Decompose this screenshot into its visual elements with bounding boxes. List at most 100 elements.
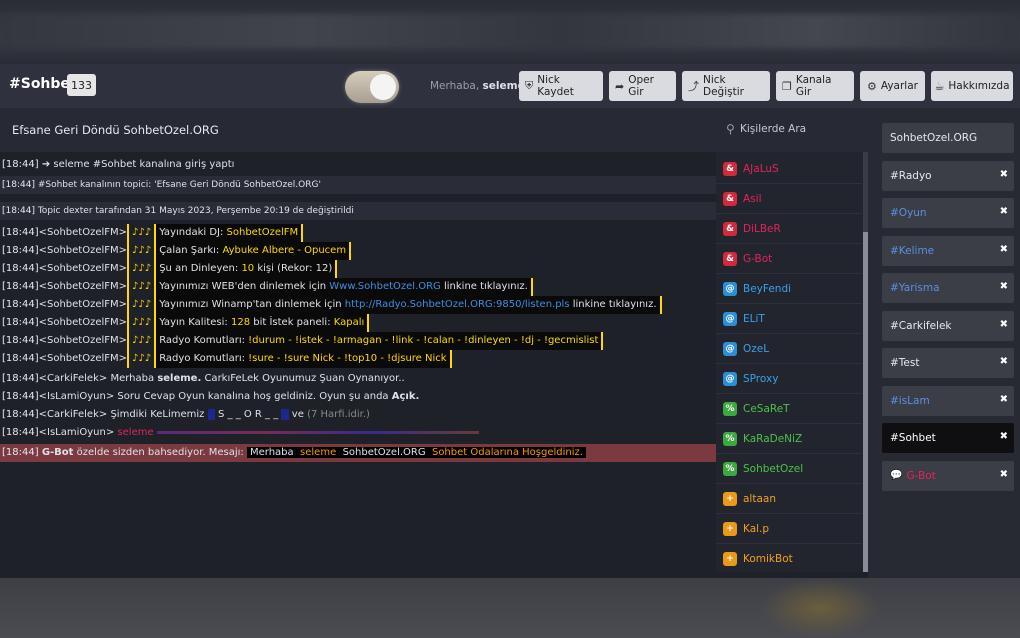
message-value: Kapalı <box>333 317 365 328</box>
user-name: SohbetOzel <box>743 462 804 475</box>
user-name: SProxy <box>743 372 779 385</box>
user-mode-badge: & <box>723 161 737 176</box>
message-label: Yayınımızı Winamp'tan dinlemek için <box>159 299 342 310</box>
user-list-item[interactable]: + KomikBot <box>716 544 862 572</box>
search-input[interactable]: Kişilerde Ara <box>740 123 806 135</box>
user-list-item[interactable]: @ ELiT <box>716 304 862 334</box>
message-text: Merhaba <box>110 373 155 384</box>
user-list-item[interactable]: & AJaLuS <box>716 154 862 184</box>
user-list-item[interactable]: @ BeyFendi <box>716 274 862 304</box>
radio-message: Radyo Komutları: !durum - !istek - !arma… <box>154 332 604 350</box>
channel-tab[interactable]: #Kelime ✖ <box>882 235 1014 266</box>
kanala-gir-button[interactable]: ❐ Kanala Gir <box>776 71 854 101</box>
close-icon[interactable]: ✖ <box>1000 319 1008 330</box>
user-mode-badge: + <box>723 521 737 536</box>
user-list-item[interactable]: % KaRaDeNiZ <box>716 424 862 454</box>
timestamp: [18:44] <box>2 409 39 420</box>
timestamp: [18:44] <box>2 391 39 402</box>
channel-tab[interactable]: SohbetOzel.ORG <box>882 123 1014 153</box>
illegible-colored-text <box>156 430 479 434</box>
channel-tab-label: #Test <box>890 357 920 369</box>
user-mode-badge: % <box>723 431 737 446</box>
channel-tab[interactable]: #Sohbet ✖ <box>882 423 1014 453</box>
user-name: OzeL <box>743 342 770 355</box>
radio-message: Yayın Kalitesi: 128 bit İstek paneli: Ka… <box>154 314 370 332</box>
theme-toggle[interactable] <box>345 71 399 103</box>
timestamp: [18:44] <box>2 281 39 292</box>
search-icon: ⚲ <box>726 122 735 136</box>
user-list-item[interactable]: + altaan <box>716 484 862 514</box>
close-icon[interactable]: ✖ <box>1000 356 1008 367</box>
user-list-item[interactable]: & Asil <box>716 184 862 214</box>
close-icon[interactable]: ✖ <box>1000 431 1008 442</box>
nick[interactable]: <CarkiFelek> <box>39 373 108 384</box>
user-list-item[interactable]: & DiLBeR <box>716 214 862 244</box>
nick-degistir-button[interactable]: ⤴ Nick Değiştir <box>682 71 770 101</box>
nick[interactable]: <SohbetOzelFM> <box>39 281 127 292</box>
chat-line: [18:44] ➔ seleme #Sohbet kanalına giriş … <box>0 156 716 174</box>
user-name: Kal.p <box>743 522 770 535</box>
user-name: KaRaDeNiZ <box>743 432 803 445</box>
channel-tab[interactable]: #Test ✖ <box>882 348 1014 378</box>
button-label: Kanala Gir <box>795 74 832 98</box>
channel-tab[interactable]: #Radyo ✖ <box>882 160 1014 191</box>
nick[interactable]: <SohbetOzelFM> <box>39 335 127 346</box>
channel-tab-label: G-Bot <box>906 469 936 482</box>
radio-message: Çalan Şarkı: Aybuke Albere - Opucem <box>154 242 352 260</box>
copy-icon: ❐ <box>782 79 792 93</box>
close-icon[interactable]: ✖ <box>1000 206 1008 217</box>
chat-line: [18:44]<SohbetOzelFM> ♪♪♪ Yayınımızı Winam… <box>0 296 716 314</box>
nick-kaydet-button[interactable]: ⛨ Nick Kaydet <box>519 71 603 101</box>
oper-gir-button[interactable]: ➦ Oper Gir <box>609 71 676 101</box>
gear-icon: ⚙ <box>867 79 877 93</box>
radio-tag: ♪♪♪ <box>127 332 154 350</box>
nick[interactable]: <IsLamiOyun> <box>39 427 115 438</box>
user-list-item[interactable]: @ SProxy <box>716 364 862 394</box>
chat-log[interactable]: [18:44] ➔ seleme #Sohbet kanalına giriş … <box>0 152 716 572</box>
nick[interactable]: <SohbetOzelFM> <box>39 227 127 238</box>
nick[interactable]: <SohbetOzelFM> <box>39 353 127 364</box>
channel-tab[interactable]: 💬 G-Bot ✖ <box>882 460 1014 491</box>
user-list-item[interactable]: & G-Bot <box>716 244 862 274</box>
channel-tab[interactable]: #Yarisma ✖ <box>882 273 1014 303</box>
user-name: ELiT <box>743 312 765 325</box>
channel-tab[interactable]: #isLam ✖ <box>882 385 1014 416</box>
join-message: ➔ seleme #Sohbet kanalına giriş yaptı <box>41 159 235 170</box>
user-search[interactable]: ⚲ Kişilerde Ara <box>716 108 868 152</box>
user-name: Asil <box>743 192 762 205</box>
winamp-link[interactable]: http://Radyo.SohbetOzel.ORG:9850/listen.… <box>345 299 570 310</box>
user-list-item[interactable]: @ OzeL <box>716 334 862 364</box>
channel-tab[interactable]: #Carkifelek ✖ <box>882 310 1014 341</box>
hakkimizda-button[interactable]: ☕ Hakkımızda <box>931 71 1013 101</box>
nick[interactable]: <SohbetOzelFM> <box>39 263 127 274</box>
close-icon[interactable]: ✖ <box>1000 469 1008 480</box>
close-icon[interactable]: ✖ <box>1000 244 1008 255</box>
message-value: !sure - !sure Nick - !top10 - !djsure Ni… <box>248 353 447 364</box>
channel-tab[interactable]: #Oyun ✖ <box>882 198 1014 228</box>
user-list-item[interactable]: % SohbetOzel <box>716 454 862 484</box>
chat-line: [18:44]<CarkiFelek> Şimdiki KeLimemiz S … <box>0 406 716 424</box>
nick[interactable]: <SohbetOzelFM> <box>39 245 127 256</box>
user-name: CeSaReT <box>743 402 790 415</box>
nick[interactable]: G-Bot <box>42 447 74 458</box>
message-label: Şu an Dinleyen: <box>159 263 239 274</box>
close-icon[interactable]: ✖ <box>1000 169 1008 180</box>
close-icon[interactable]: ✖ <box>1000 394 1008 405</box>
web-link[interactable]: Www.SohbetOzel.ORG <box>329 281 441 292</box>
chat-line: [18:44]<SohbetOzelFM> ♪♪♪ Yayındaki DJ: So… <box>0 224 716 242</box>
close-icon[interactable]: ✖ <box>1000 281 1008 292</box>
user-list-item[interactable]: % CeSaReT <box>716 394 862 424</box>
channel-tab-label: #Carkifelek <box>890 319 952 332</box>
user-list-item[interactable]: + Kal.p <box>716 514 862 544</box>
nick[interactable]: <CarkiFelek> <box>39 409 108 420</box>
nick[interactable]: <SohbetOzelFM> <box>39 317 127 328</box>
nick[interactable]: <SohbetOzelFM> <box>39 299 127 310</box>
topic-changed-message: Topic dexter tarafından 31 Mayıs 2023, P… <box>37 206 354 216</box>
radio-tag: ♪♪♪ <box>127 224 154 242</box>
ayarlar-button[interactable]: ⚙ Ayarlar <box>860 71 925 101</box>
message-label: Çalan Şarkı: <box>159 245 220 256</box>
chat-line: [18:44] #Sohbet kanalının topici: 'Efsan… <box>0 176 716 194</box>
message-label: Radyo Komutları: <box>159 335 245 346</box>
nick[interactable]: <IsLamiOyun> <box>39 391 115 402</box>
button-label: Oper Gir <box>628 74 654 98</box>
